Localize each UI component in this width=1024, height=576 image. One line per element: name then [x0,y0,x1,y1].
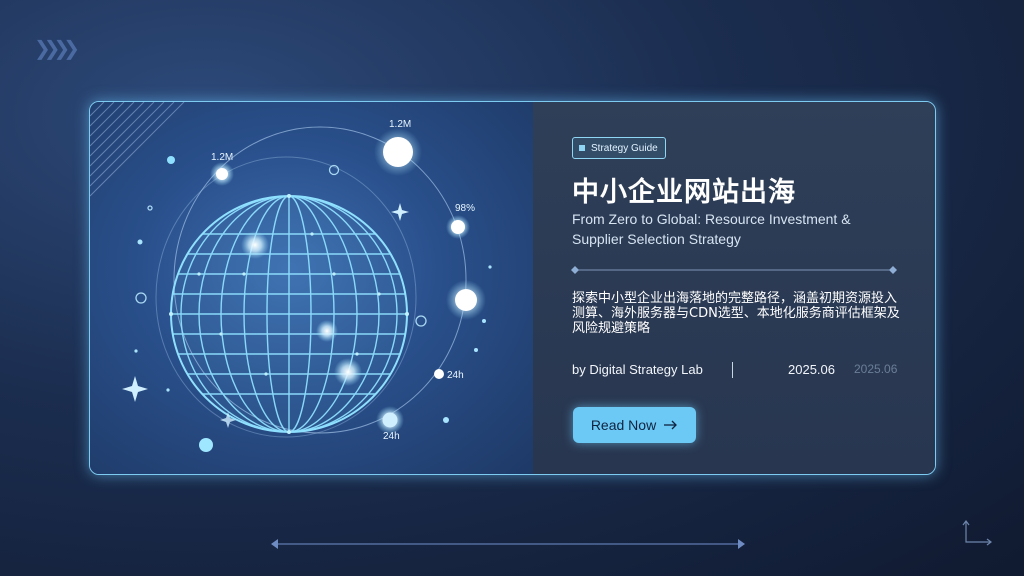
article-meta: by Digital Strategy Lab 2025.06 2025.06 [572,362,902,380]
bottom-arrow-line-icon [271,539,745,549]
article-title: 中小企业网站出海 [572,177,796,208]
square-icon [579,145,585,151]
corner-arrow-icon [962,520,992,546]
author-label: by Digital Strategy Lab [572,362,703,377]
chevrons-decoration-icon: ❯❯❯❯ [34,36,80,60]
meta-separator [732,362,733,378]
orbit-node [382,412,398,428]
orbit-node [455,289,477,311]
globe-illustration: 1.2M 1.2M 98% 24h 24h [90,102,533,474]
badge-label: Strategy Guide [591,142,658,154]
orbit-node [434,369,444,379]
orbit-node [216,168,228,180]
category-badge: Strategy Guide [572,137,666,159]
article-subtitle: From Zero to Global: Resource Investment… [572,211,851,247]
stat-label: 98% [455,203,475,214]
article-card: 1.2M 1.2M 98% 24h 24h Strategy Guide 中小企… [89,101,936,475]
globe-icon [169,194,409,434]
read-now-button[interactable]: Read Now [573,407,696,443]
glow-node [316,320,338,342]
read-now-label: Read Now [590,417,657,433]
arrow-right-icon [664,420,678,430]
orbit-node [383,137,413,167]
article-description: 探索中小型企业出海落地的完整路径，涵盖初期资源投入测算、海外服务器与CDN选型、… [572,291,900,336]
stat-label: 1.2M [211,152,233,163]
stat-label: 24h [447,370,464,381]
publish-date: 2025.06 [788,362,835,377]
orbit-node [451,220,465,234]
divider-line [571,266,897,274]
stat-label: 1.2M [389,119,411,130]
hatch-corner-decoration [90,102,185,197]
glow-node [241,231,269,259]
publish-date-ghost: 2025.06 [854,362,898,376]
sparkle-icon [122,376,148,402]
article-content: Strategy Guide 中小企业网站出海 From Zero to Glo… [533,102,935,474]
glow-node [334,358,362,386]
stat-label: 24h [383,431,400,442]
